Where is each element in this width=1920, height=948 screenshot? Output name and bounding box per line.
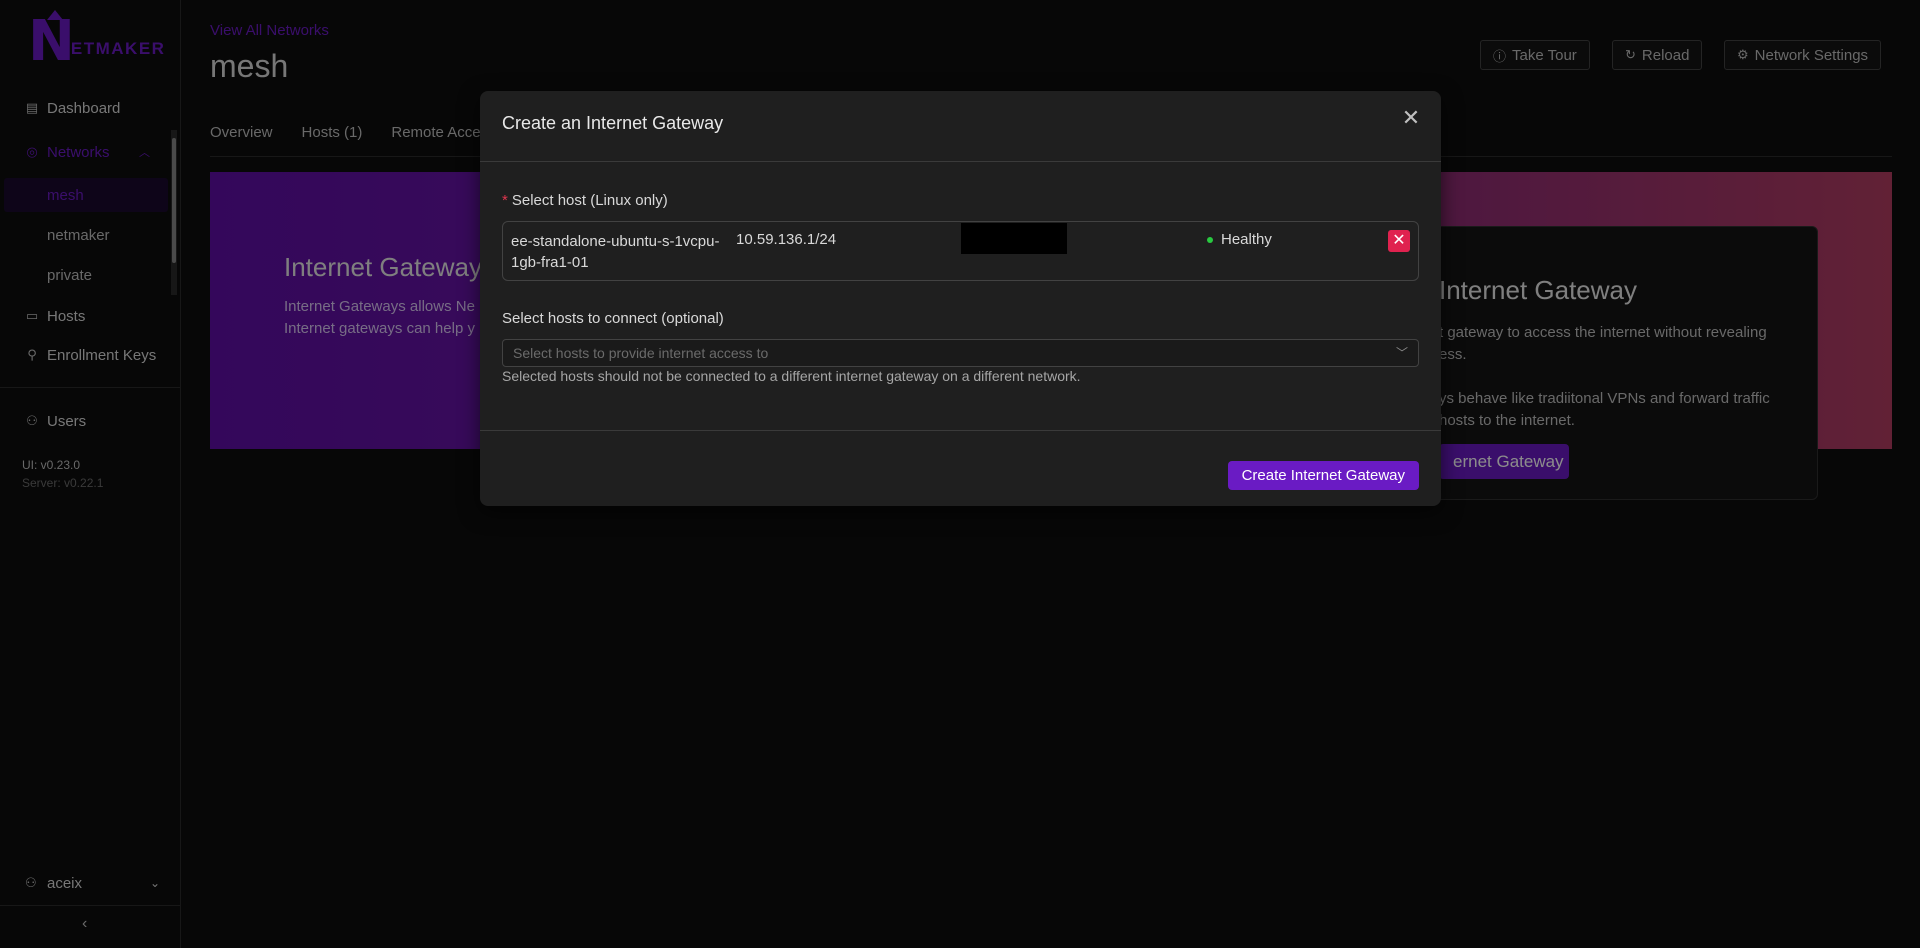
close-icon[interactable]: ✕ (1399, 107, 1423, 131)
required-marker: * (502, 192, 508, 209)
modal-footer-divider (480, 430, 1441, 431)
remove-host-button[interactable]: ✕ (1388, 230, 1410, 252)
host-ip: 10.59.136.1/24 (736, 231, 837, 248)
chevron-down-icon: ﹀ (1395, 346, 1408, 360)
connect-hosts-label: Select hosts to connect (optional) (502, 310, 724, 327)
host-status-text: Healthy (1221, 231, 1272, 248)
create-internet-gateway-button[interactable]: Create Internet Gateway (1227, 461, 1419, 490)
connect-hosts-placeholder: Select hosts to provide internet access … (513, 345, 769, 361)
redacted-block (961, 223, 1067, 254)
selected-host-row[interactable]: ee-standalone-ubuntu-s-1vcpu-1gb-fra1-01… (502, 221, 1419, 281)
select-host-label: * Select host (Linux only) (502, 192, 668, 209)
select-host-label-text: Select host (Linux only) (511, 192, 668, 209)
connect-hosts-help: Selected hosts should not be connected t… (502, 368, 1081, 384)
modal-header-divider (480, 161, 1441, 162)
create-internet-gateway-modal: Create an Internet Gateway ✕ * Select hos… (480, 91, 1441, 506)
modal-title: Create an Internet Gateway (502, 113, 724, 133)
connect-hosts-select[interactable]: Select hosts to provide internet access … (502, 339, 1419, 367)
status-dot-icon (1207, 236, 1213, 243)
host-status: Healthy (1207, 231, 1272, 248)
host-name: ee-standalone-ubuntu-s-1vcpu-1gb-fra1-01 (511, 233, 720, 271)
